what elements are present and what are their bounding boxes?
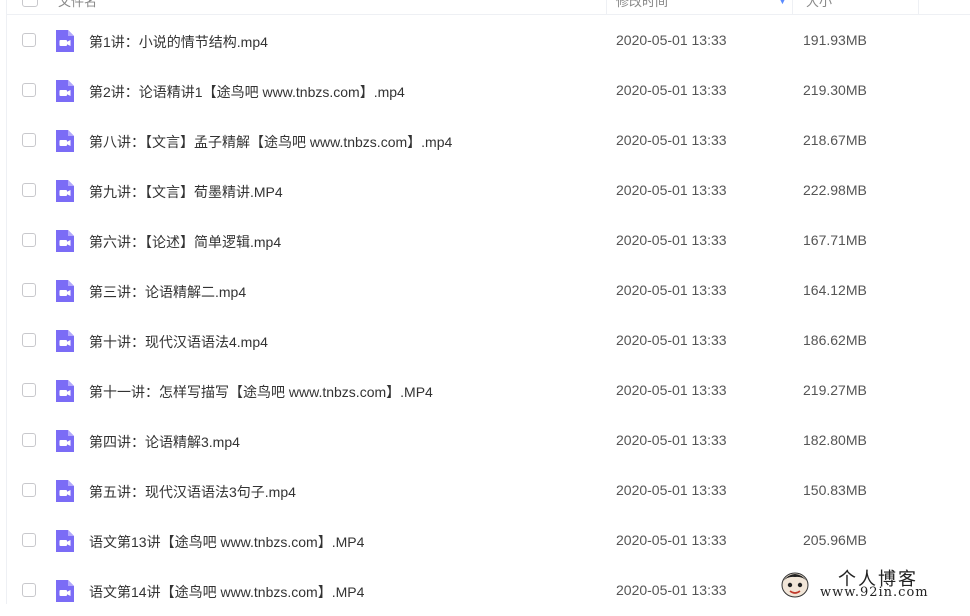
video-file-icon (56, 30, 74, 52)
file-row[interactable]: 第八讲：【文言】孟子精解【途鸟吧 www.tnbzs.com】.mp4 2020-… (6, 116, 970, 166)
file-name[interactable]: 第1讲：小说的情节结构.mp4 (89, 32, 268, 52)
file-modified-time: 2020-05-01 13:33 (616, 182, 727, 198)
column-separator (606, 0, 607, 14)
file-size: 191.93MB (803, 32, 867, 48)
file-modified-time: 2020-05-01 13:33 (616, 82, 727, 98)
file-modified-time: 2020-05-01 13:33 (616, 532, 727, 548)
file-name[interactable]: 第2讲：论语精讲1【途鸟吧 www.tnbzs.com】.mp4 (89, 82, 405, 102)
row-checkbox[interactable] (22, 383, 36, 397)
row-checkbox[interactable] (22, 483, 36, 497)
row-checkbox[interactable] (22, 283, 36, 297)
column-header-name[interactable]: 文件名 (58, 0, 97, 10)
video-file-icon (56, 230, 74, 252)
video-file-icon (56, 280, 74, 302)
file-size: 186.62MB (803, 332, 867, 348)
video-file-icon (56, 380, 74, 402)
file-modified-time: 2020-05-01 13:33 (616, 132, 727, 148)
file-name[interactable]: 第四讲：论语精解3.mp4 (89, 432, 240, 452)
video-file-icon (56, 330, 74, 352)
file-modified-time: 2020-05-01 13:33 (616, 382, 727, 398)
file-size: 167.71MB (803, 232, 867, 248)
file-size: 218.67MB (803, 132, 867, 148)
file-name[interactable]: 第九讲：【文言】荀墨精讲.MP4 (89, 182, 283, 202)
video-file-icon (56, 130, 74, 152)
file-name[interactable]: 第六讲：【论述】简单逻辑.mp4 (89, 232, 281, 252)
file-modified-time: 2020-05-01 13:33 (616, 282, 727, 298)
file-name[interactable]: 语文第13讲【途鸟吧 www.tnbzs.com】.MP4 (89, 532, 364, 552)
row-checkbox[interactable] (22, 133, 36, 147)
row-checkbox[interactable] (22, 83, 36, 97)
file-size: 219.30MB (803, 82, 867, 98)
file-row[interactable]: 第十一讲：怎样写描写【途鸟吧 www.tnbzs.com】.MP4 2020-05… (6, 366, 970, 416)
file-row[interactable]: 第三讲：论语精解二.mp4 2020-05-01 13:33 164.12MB (6, 266, 970, 316)
video-file-icon (56, 530, 74, 552)
file-size: 164.12MB (803, 282, 867, 298)
file-size: 222.98MB (803, 182, 867, 198)
row-checkbox[interactable] (22, 233, 36, 247)
file-row[interactable]: 第1讲：小说的情节结构.mp4 2020-05-01 13:33 191.93MB (6, 16, 970, 66)
video-file-icon (56, 480, 74, 502)
file-size: 150.83MB (803, 482, 867, 498)
file-name[interactable]: 第八讲：【文言】孟子精解【途鸟吧 www.tnbzs.com】.mp4 (89, 132, 452, 152)
file-modified-time: 2020-05-01 13:33 (616, 582, 727, 598)
file-list: 第1讲：小说的情节结构.mp4 2020-05-01 13:33 191.93MB 第… (6, 16, 970, 616)
header-corner-box (918, 0, 970, 15)
file-name[interactable]: 第十一讲：怎样写描写【途鸟吧 www.tnbzs.com】.MP4 (89, 382, 433, 402)
file-row[interactable]: 第十讲：现代汉语语法4.mp4 2020-05-01 13:33 186.62MB (6, 316, 970, 366)
file-modified-time: 2020-05-01 13:33 (616, 232, 727, 248)
row-checkbox[interactable] (22, 583, 36, 597)
video-file-icon (56, 580, 74, 602)
file-modified-time: 2020-05-01 13:33 (616, 332, 727, 348)
file-modified-time: 2020-05-01 13:33 (616, 482, 727, 498)
watermark: 个人博客 www.92in.com (776, 564, 970, 604)
file-row[interactable]: 第六讲：【论述】简单逻辑.mp4 2020-05-01 13:33 167.71MB (6, 216, 970, 266)
file-row[interactable]: 语文第13讲【途鸟吧 www.tnbzs.com】.MP4 2020-05-01 … (6, 516, 970, 566)
file-name[interactable]: 语文第14讲【途鸟吧 www.tnbzs.com】.MP4 (89, 582, 364, 602)
file-name[interactable]: 第三讲：论语精解二.mp4 (89, 282, 246, 302)
row-checkbox[interactable] (22, 333, 36, 347)
row-checkbox[interactable] (22, 533, 36, 547)
file-row[interactable]: 第2讲：论语精讲1【途鸟吧 www.tnbzs.com】.mp4 2020-05-… (6, 66, 970, 116)
sort-down-icon[interactable]: ▼ (778, 0, 787, 6)
select-all-checkbox[interactable] (22, 0, 38, 7)
column-separator (792, 0, 793, 14)
column-header-size[interactable]: 大小 (806, 0, 832, 10)
file-row[interactable]: 第五讲：现代汉语语法3句子.mp4 2020-05-01 13:33 150.83M… (6, 466, 970, 516)
file-row[interactable]: 第九讲：【文言】荀墨精讲.MP4 2020-05-01 13:33 222.98MB (6, 166, 970, 216)
watermark-logo-icon (781, 572, 809, 598)
file-size: 182.80MB (803, 432, 867, 448)
row-checkbox[interactable] (22, 433, 36, 447)
file-name[interactable]: 第五讲：现代汉语语法3句子.mp4 (89, 482, 296, 502)
video-file-icon (56, 430, 74, 452)
file-modified-time: 2020-05-01 13:33 (616, 32, 727, 48)
video-file-icon (56, 180, 74, 202)
row-checkbox[interactable] (22, 183, 36, 197)
file-size: 205.96MB (803, 532, 867, 548)
file-name[interactable]: 第十讲：现代汉语语法4.mp4 (89, 332, 268, 352)
video-file-icon (56, 80, 74, 102)
file-size: 219.27MB (803, 382, 867, 398)
row-checkbox[interactable] (22, 33, 36, 47)
file-modified-time: 2020-05-01 13:33 (616, 432, 727, 448)
file-row[interactable]: 第四讲：论语精解3.mp4 2020-05-01 13:33 182.80MB (6, 416, 970, 466)
watermark-url: www.92in.com (820, 585, 929, 600)
file-list-header: 文件名 修改时间 ▼ 大小 (6, 0, 918, 15)
column-header-time[interactable]: 修改时间 (616, 0, 668, 10)
